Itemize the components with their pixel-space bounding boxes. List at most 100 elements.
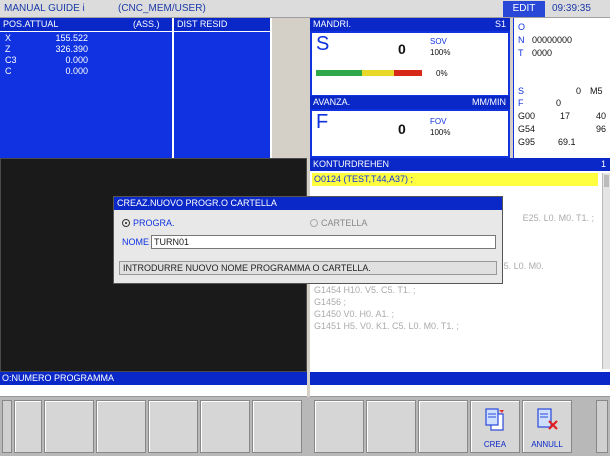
code-line: G1450 V0. H0. A1. ; bbox=[314, 309, 395, 319]
spindle-header-label: MANDRI. bbox=[313, 19, 351, 29]
g-code-2b: 96 bbox=[596, 124, 607, 134]
axis-row: X 155.522 bbox=[0, 33, 172, 44]
f-value: 0 bbox=[556, 98, 562, 108]
spindle-channel: S1 bbox=[494, 19, 506, 29]
g-code-3a: 69.1 bbox=[558, 137, 576, 147]
cancel-button-label: ANNULL bbox=[531, 440, 563, 449]
status-bar: O:NUMERO PROGRAMMA bbox=[0, 372, 307, 385]
softkey-2[interactable] bbox=[44, 400, 94, 453]
meter-yellow bbox=[362, 70, 394, 76]
softkey-1[interactable] bbox=[14, 400, 42, 453]
create-button[interactable]: CREA bbox=[470, 400, 520, 453]
app-title: MANUAL GUIDE i bbox=[4, 3, 85, 14]
axis-row: C3 0.000 bbox=[0, 55, 172, 66]
axis-value: 0.000 bbox=[65, 55, 88, 65]
code-line: G1456 ; bbox=[314, 297, 347, 307]
cancel-button[interactable]: ANNULL bbox=[522, 400, 572, 453]
name-label: NOME bbox=[122, 237, 149, 247]
position-header-label: POS.ATTUAL bbox=[3, 19, 59, 29]
softkey-next[interactable] bbox=[596, 400, 608, 453]
feed-header: AVANZA. MM/MIN bbox=[310, 96, 510, 109]
n-value: 00000000 bbox=[532, 35, 573, 45]
fov-value: 100% bbox=[430, 128, 451, 137]
g-code-3: G95 bbox=[518, 137, 536, 147]
radio-unselected-icon bbox=[310, 219, 318, 227]
distance-header: DIST RESID bbox=[174, 18, 270, 31]
title-bar: MANUAL GUIDE i (CNC_MEM/USER) EDIT 09:39… bbox=[0, 0, 610, 18]
radio-folder-label: CARTELLA bbox=[321, 218, 368, 228]
spindle-header: MANDRI. S1 bbox=[310, 18, 510, 31]
spindle-load-meter bbox=[316, 70, 422, 76]
cancel-file-icon bbox=[537, 408, 558, 430]
status-bar-right bbox=[310, 372, 610, 385]
axis-value: 326.390 bbox=[55, 44, 88, 54]
spindle-display: S 0 SOV 100% 0% bbox=[312, 33, 508, 95]
radio-folder[interactable]: CARTELLA bbox=[310, 218, 367, 228]
selected-program-line[interactable]: O0124 (TEST,T44,A37) ; bbox=[312, 173, 598, 186]
create-button-label: CREA bbox=[483, 440, 507, 449]
edit-status-badge: EDIT bbox=[503, 1, 545, 17]
axis-name: X bbox=[5, 33, 12, 43]
softkey-return[interactable] bbox=[2, 400, 12, 453]
sov-label: SOV bbox=[430, 37, 447, 46]
new-program-dialog: CREAZ.NUOVO PROGR.O CARTELLA PROGRA. CAR… bbox=[113, 196, 503, 284]
scroll-thumb[interactable] bbox=[604, 175, 609, 187]
modal-info-panel: O N 00000000 T 0000 S 0 M5 F 0 G00 17 40… bbox=[513, 18, 610, 158]
feed-unit: MM/MIN bbox=[472, 97, 506, 107]
mode-label: (CNC_MEM/USER) bbox=[118, 3, 206, 14]
spindle-letter: S bbox=[316, 33, 330, 55]
program-page-number: 1 bbox=[600, 159, 606, 169]
code-line: G1454 H10. V5. C5. T1. ; bbox=[314, 285, 416, 295]
s-value: 0 bbox=[576, 86, 582, 96]
axis-value: 0.000 bbox=[65, 66, 88, 76]
axis-name: C bbox=[5, 66, 12, 76]
feed-header-label: AVANZA. bbox=[313, 97, 351, 107]
axis-name: Z bbox=[5, 44, 11, 54]
distance-values bbox=[174, 32, 270, 158]
position-mode-label: (ASS.) bbox=[133, 19, 160, 29]
g-code-1a: 17 bbox=[560, 111, 571, 121]
softkey-4[interactable] bbox=[148, 400, 198, 453]
axis-row: C 0.000 bbox=[0, 66, 172, 77]
key-input-line[interactable] bbox=[0, 385, 307, 397]
softkey-9[interactable] bbox=[418, 400, 468, 453]
t-label: T bbox=[518, 48, 524, 58]
radio-program-label: PROGRA. bbox=[133, 218, 175, 228]
feed-letter: F bbox=[316, 111, 329, 133]
feed-display: F 0 FOV 100% bbox=[312, 111, 508, 156]
meter-red bbox=[394, 70, 422, 76]
fov-label: FOV bbox=[430, 117, 447, 126]
axis-row: Z 326.390 bbox=[0, 44, 172, 55]
program-scrollbar[interactable] bbox=[602, 173, 610, 369]
softkey-7[interactable] bbox=[314, 400, 364, 453]
softkey-bar: CREA ANNULL bbox=[0, 397, 610, 456]
sov-value: 100% bbox=[430, 48, 451, 57]
spindle-load: 0% bbox=[436, 69, 448, 78]
n-label: N bbox=[518, 35, 525, 45]
dialog-title: CREAZ.NUOVO PROGR.O CARTELLA bbox=[114, 197, 502, 210]
create-file-icon bbox=[485, 408, 504, 431]
f-label: F bbox=[518, 98, 524, 108]
softkey-6[interactable] bbox=[252, 400, 302, 453]
spindle-feed-panel: MANDRI. S1 S 0 SOV 100% 0% AVANZA. MM/MI… bbox=[310, 18, 510, 158]
m-code: M5 bbox=[590, 86, 603, 96]
o-label: O bbox=[518, 22, 526, 32]
name-input[interactable]: TURN01 bbox=[151, 235, 496, 249]
code-line: G1451 H5. V0. K1. C5. L0. M0. T1. ; bbox=[314, 321, 459, 331]
softkey-3[interactable] bbox=[96, 400, 146, 453]
meter-green bbox=[316, 70, 362, 76]
dialog-message: INTRODURRE NUOVO NOME PROGRAMMA O CARTEL… bbox=[119, 261, 497, 275]
program-panel-title-text: KONTURDREHEN bbox=[313, 159, 390, 169]
g-code-1: G00 bbox=[518, 111, 536, 121]
position-panel: POS.ATTUAL (ASS.) DIST RESID X 155.522 Z… bbox=[0, 18, 272, 158]
softkey-8[interactable] bbox=[366, 400, 416, 453]
radio-program[interactable]: PROGRA. bbox=[122, 218, 175, 228]
axis-values: X 155.522 Z 326.390 C3 0.000 C 0.000 bbox=[0, 32, 172, 158]
axis-value: 155.522 bbox=[55, 33, 88, 43]
radio-selected-icon bbox=[122, 219, 130, 227]
softkey-5[interactable] bbox=[200, 400, 250, 453]
g-code-2: G54 bbox=[518, 124, 536, 134]
position-header: POS.ATTUAL (ASS.) bbox=[0, 18, 172, 31]
spindle-speed: 0 bbox=[398, 41, 406, 57]
feed-value: 0 bbox=[398, 121, 406, 137]
